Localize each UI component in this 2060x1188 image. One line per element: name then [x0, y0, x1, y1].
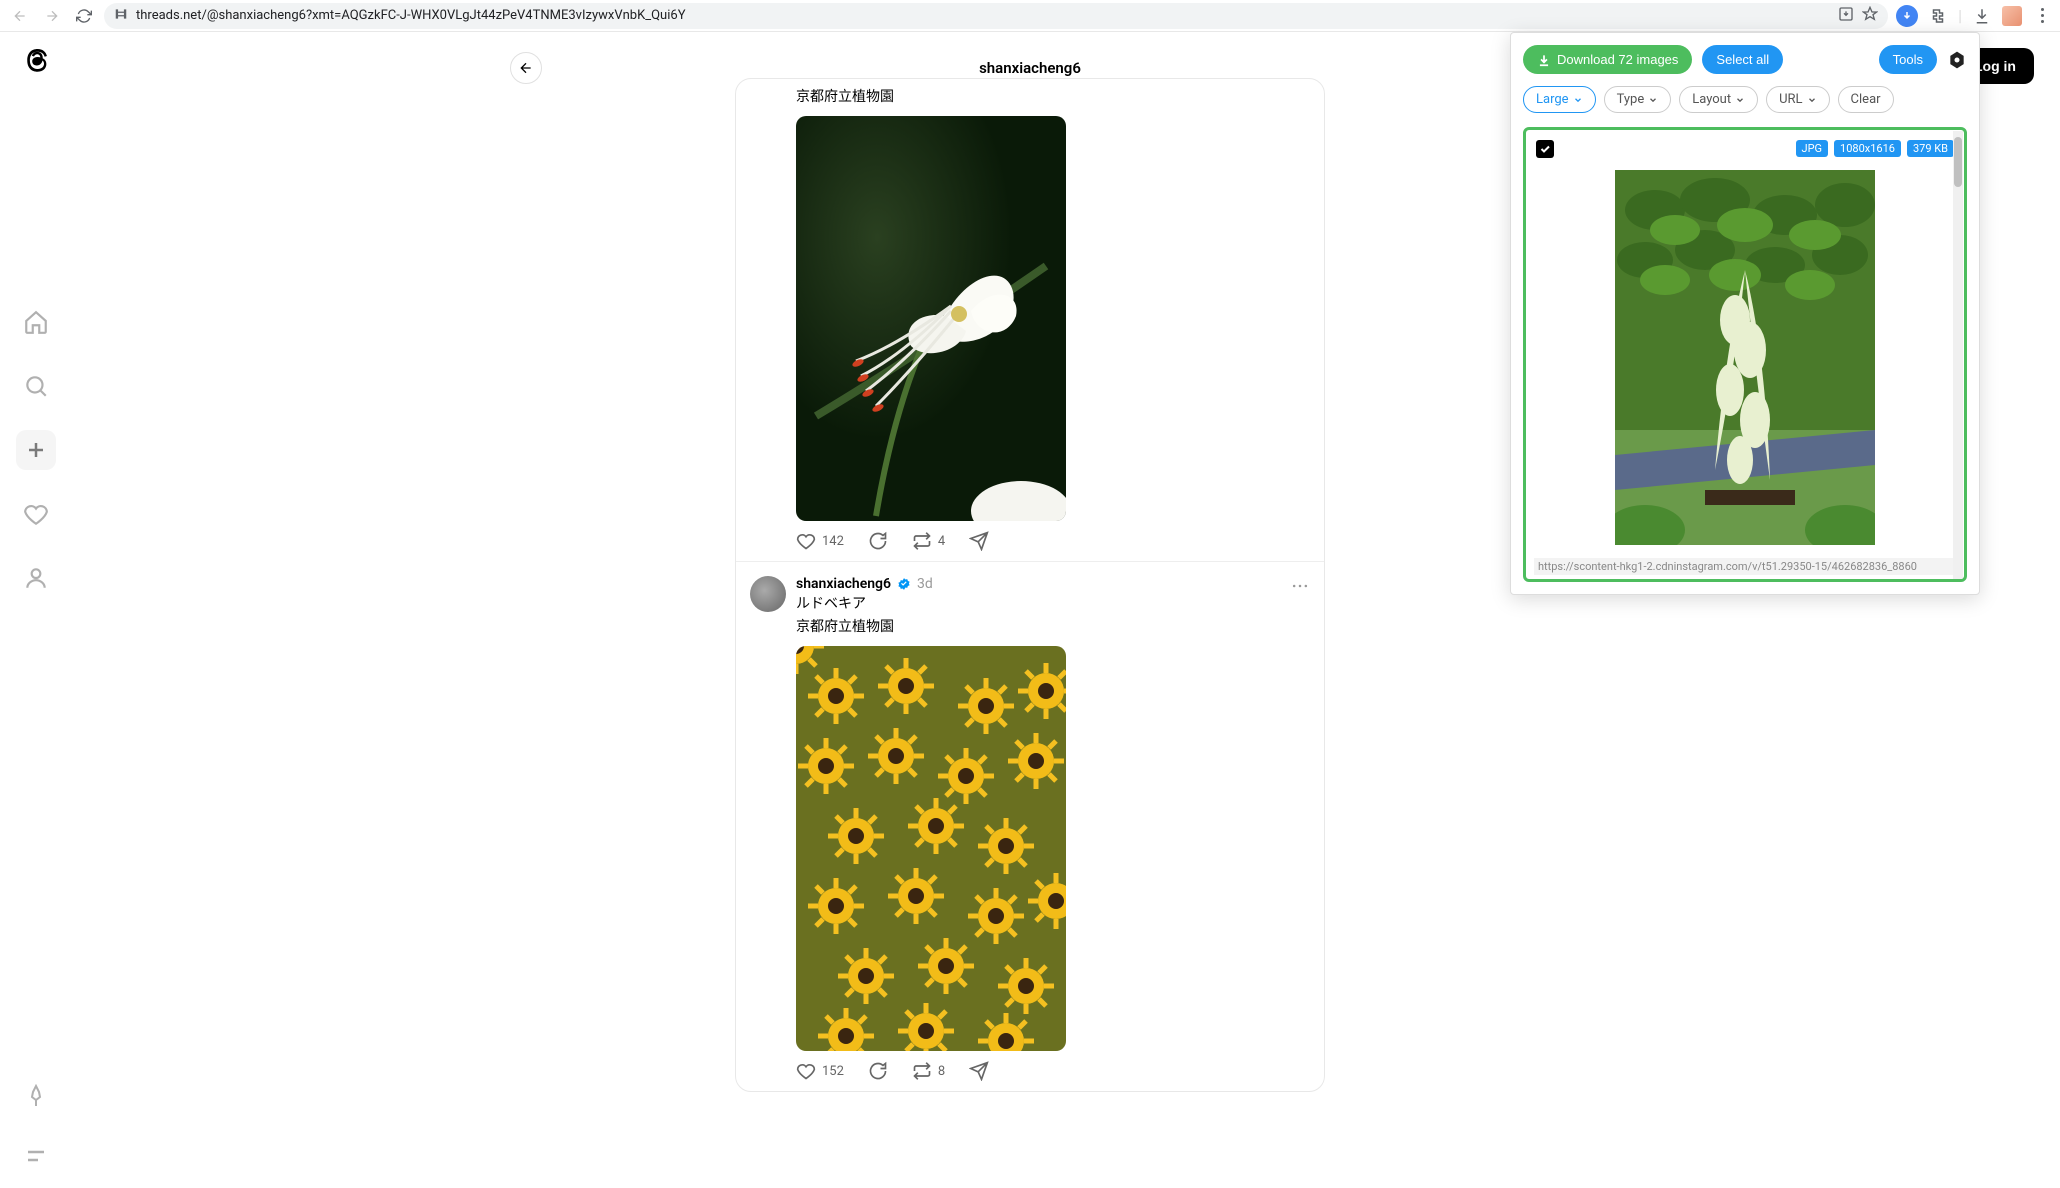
post: shanxiacheng6 3d ルドベキア 京都府立植物園: [736, 561, 1324, 1091]
menu-icon[interactable]: [2032, 6, 2052, 26]
forward-button[interactable]: [40, 4, 64, 28]
post-more-button[interactable]: [1290, 576, 1310, 600]
post-location: 京都府立植物園: [796, 87, 1306, 108]
site-settings-icon[interactable]: [114, 7, 128, 25]
select-all-button[interactable]: Select all: [1702, 45, 1783, 74]
address-bar[interactable]: threads.net/@shanxiacheng6?xmt=AQGzkFC-J…: [104, 3, 1888, 29]
item-url: https://scontent-hkg1-2.cdninstagram.com…: [1534, 558, 1956, 575]
post-avatar[interactable]: [750, 576, 786, 612]
page: shanxiacheng6 Log in 京都府立植物園: [0, 32, 2060, 1188]
reload-button[interactable]: [72, 4, 96, 28]
url-text: threads.net/@shanxiacheng6?xmt=AQGzkFC-J…: [136, 8, 1830, 23]
post-image[interactable]: [796, 116, 1066, 521]
nav-home[interactable]: [16, 302, 56, 342]
item-thumbnail: [1615, 170, 1875, 545]
repost-count: 8: [938, 1064, 945, 1079]
nav-compose[interactable]: [16, 430, 56, 470]
post: 京都府立植物園: [736, 79, 1324, 561]
post-actions: 142 4: [796, 531, 1306, 551]
back-button[interactable]: [8, 4, 32, 28]
feed-back-button[interactable]: [510, 52, 542, 84]
post-time: 3d: [917, 576, 933, 592]
share-button[interactable]: [969, 1061, 989, 1081]
profile-avatar[interactable]: [2002, 6, 2022, 26]
post-image[interactable]: [796, 646, 1066, 1051]
image-item[interactable]: JPG 1080x1616 379 KB: [1523, 127, 1967, 582]
filter-type[interactable]: Type: [1604, 86, 1672, 113]
filter-url[interactable]: URL: [1766, 86, 1829, 113]
badge-format: JPG: [1796, 140, 1829, 157]
nav-profile[interactable]: [16, 558, 56, 598]
nav-activity[interactable]: [16, 494, 56, 534]
filter-layout[interactable]: Layout: [1679, 86, 1758, 113]
post-location: 京都府立植物園: [796, 617, 1306, 638]
extensions-icon[interactable]: [1928, 6, 1948, 26]
download-label: Download 72 images: [1557, 52, 1678, 67]
reply-button[interactable]: [868, 531, 888, 551]
repost-count: 4: [938, 534, 945, 549]
feed-title: shanxiacheng6: [979, 59, 1081, 77]
item-checkbox[interactable]: [1536, 140, 1554, 158]
install-app-icon[interactable]: [1838, 6, 1854, 26]
tools-button[interactable]: Tools: [1879, 45, 1937, 74]
downloads-icon[interactable]: [1972, 6, 1992, 26]
like-count: 152: [822, 1064, 844, 1079]
settings-icon[interactable]: [1947, 50, 1967, 70]
feed-card: 京都府立植物園: [735, 78, 1325, 1092]
image-downloader-ext-icon[interactable]: [1896, 5, 1918, 27]
nav-search[interactable]: [16, 366, 56, 406]
left-nav-rail: [0, 32, 72, 1188]
image-downloader-popup: Download 72 images Select all Tools Larg…: [1510, 32, 1980, 595]
badge-filesize: 379 KB: [1907, 140, 1954, 157]
filter-clear[interactable]: Clear: [1838, 86, 1894, 113]
post-username[interactable]: shanxiacheng6: [796, 576, 891, 592]
badge-dimensions: 1080x1616: [1834, 140, 1901, 157]
share-button[interactable]: [969, 531, 989, 551]
reply-button[interactable]: [868, 1061, 888, 1081]
popup-scrollbar[interactable]: [1953, 131, 1963, 582]
nav-more[interactable]: [16, 1136, 56, 1176]
filter-size[interactable]: Large: [1523, 86, 1596, 113]
like-button[interactable]: 142: [796, 531, 844, 551]
feed: 京都府立植物園: [735, 78, 1325, 1092]
post-actions: 152 8: [796, 1061, 1306, 1081]
verified-badge-icon: [897, 577, 911, 591]
like-button[interactable]: 152: [796, 1061, 844, 1081]
repost-button[interactable]: 8: [912, 1061, 945, 1081]
nav-pin[interactable]: [16, 1076, 56, 1116]
browser-toolbar: threads.net/@shanxiacheng6?xmt=AQGzkFC-J…: [0, 0, 2060, 32]
repost-button[interactable]: 4: [912, 531, 945, 551]
toolbar-right: |: [1896, 5, 2052, 27]
post-caption: ルドベキア: [796, 594, 1306, 615]
download-button[interactable]: Download 72 images: [1523, 45, 1692, 74]
bookmark-icon[interactable]: [1862, 6, 1878, 26]
like-count: 142: [822, 534, 844, 549]
